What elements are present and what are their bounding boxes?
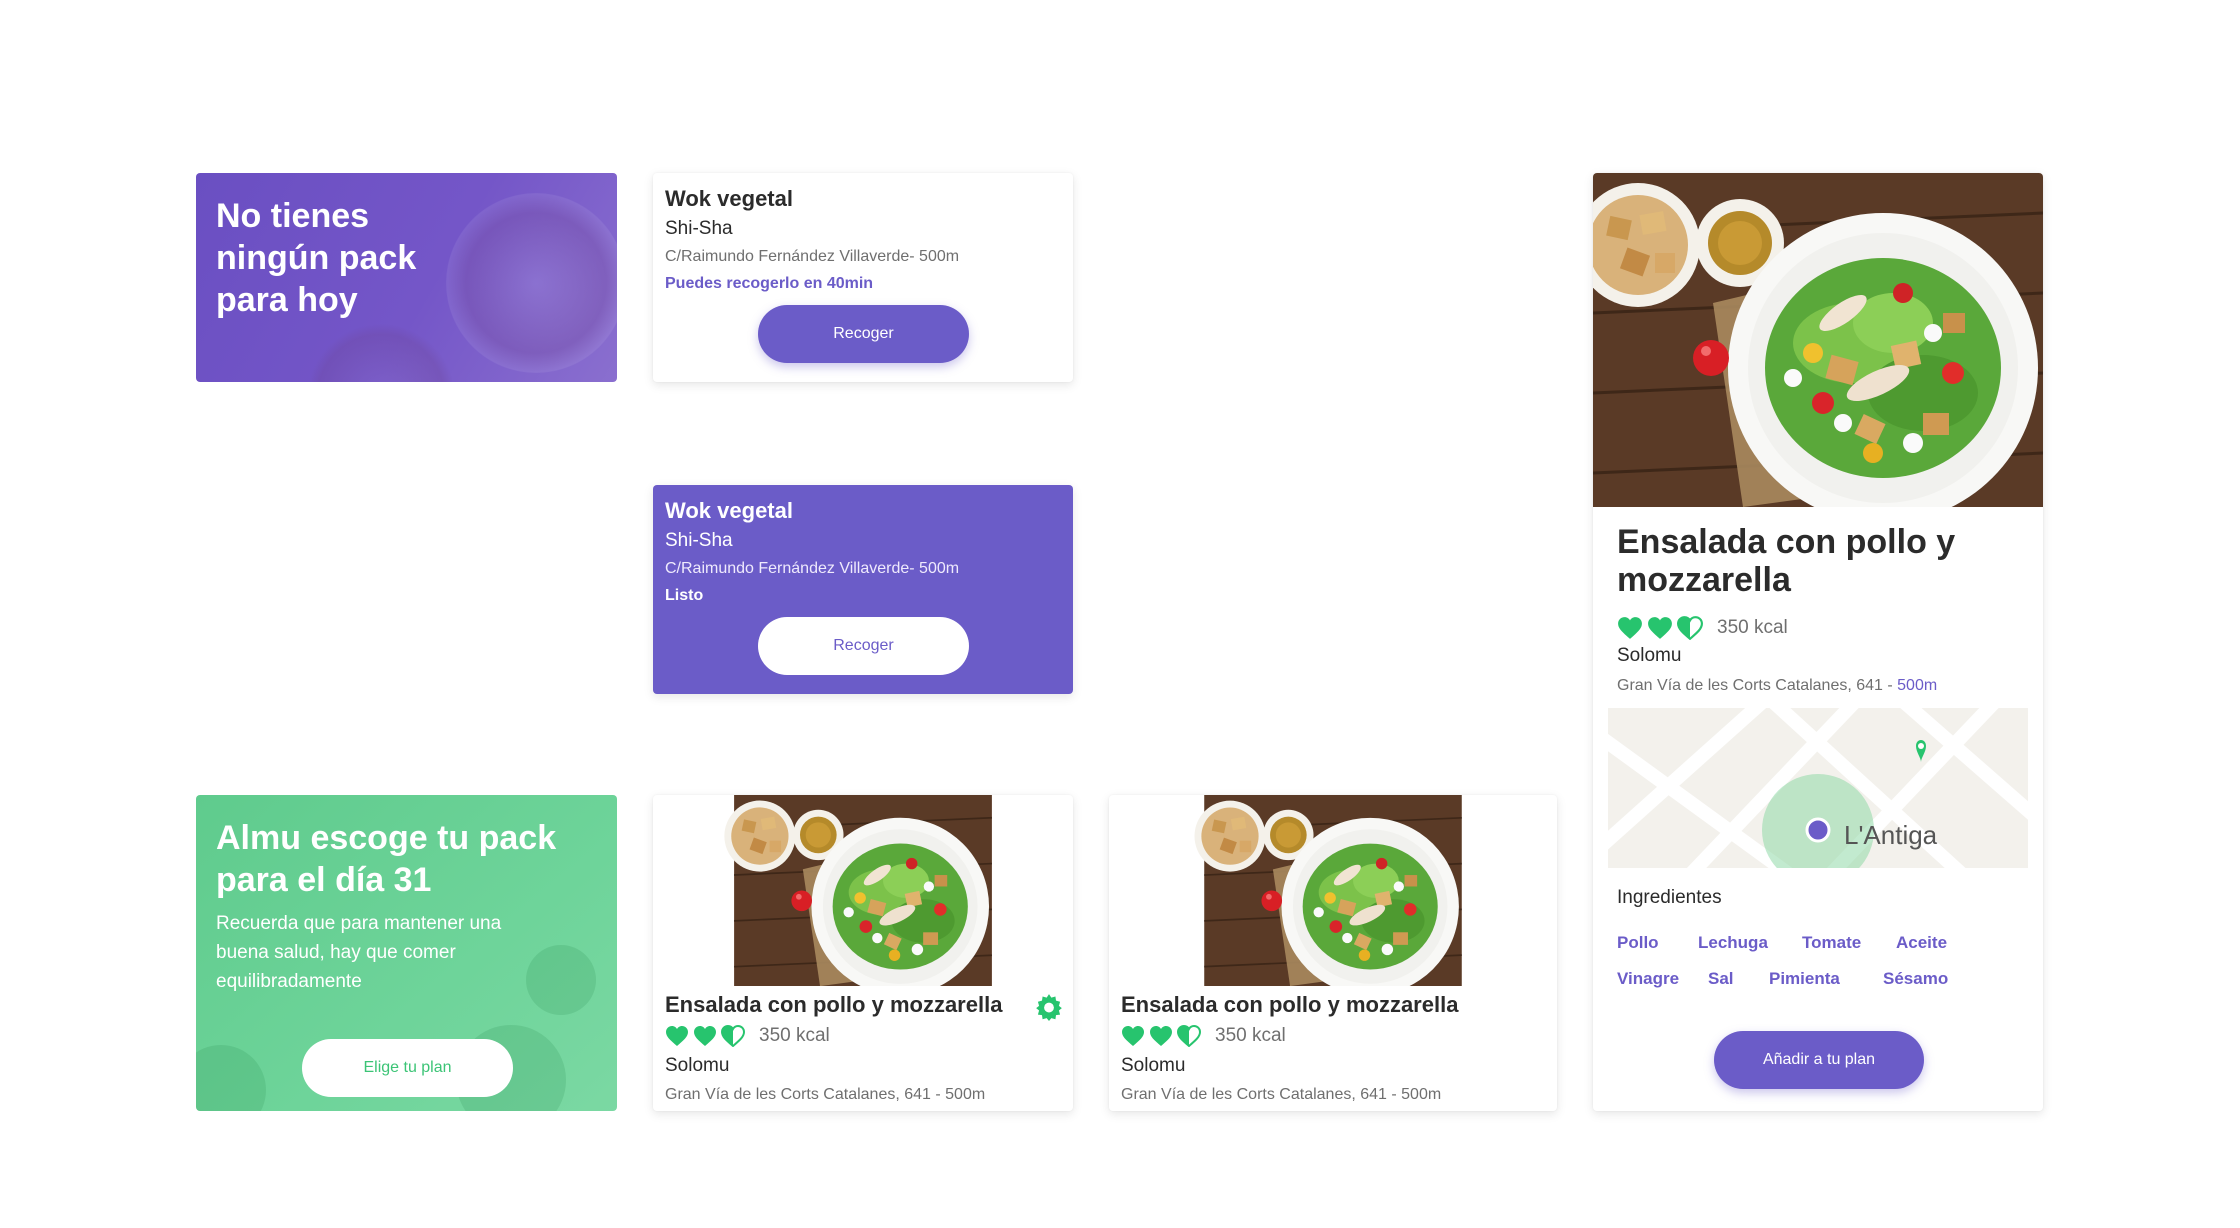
health-rating: 350 kcal — [665, 1021, 1061, 1051]
order-card-pending[interactable]: Wok vegetal Shi-Sha C/Raimundo Fernández… — [653, 173, 1073, 382]
order-status: Listo — [665, 587, 704, 604]
kcal-value: 350 kcal — [759, 1025, 830, 1046]
ingredient-tag: Tomate — [1802, 933, 1862, 952]
add-to-plan-button[interactable]: Añadir a tu plan — [1714, 1031, 1924, 1089]
bowl-background-image — [306, 323, 456, 382]
ingredient-tag: Vinagre — [1617, 969, 1680, 988]
health-rating: 350 kcal — [1121, 1021, 1545, 1051]
order-restaurant: Shi-Sha — [665, 218, 733, 239]
vegetable-background-image — [196, 1045, 266, 1111]
promo-heading: Almu escoge tu pack para el día 31 — [216, 819, 557, 899]
heart-full-icon — [1617, 616, 1643, 640]
heart-half-icon — [721, 1025, 745, 1047]
pickup-button[interactable]: Recoger — [758, 617, 969, 675]
heart-half-icon — [1677, 616, 1703, 640]
dish-card-selected[interactable]: Ensalada con pollo y mozzarella 350 kcal… — [653, 795, 1073, 1111]
kcal-value: 350 kcal — [1717, 617, 1788, 638]
distance-text: 500m — [1897, 677, 1938, 694]
ingredient-tag: Sésamo — [1883, 969, 1949, 988]
order-title: Wok vegetal — [665, 498, 793, 523]
order-address: C/Raimundo Fernández Villaverde- 500m — [665, 560, 960, 577]
dish-name: Ensalada con pollo y mozzarella — [1617, 523, 1956, 599]
no-pack-message: No tienes ningún pack para hoy — [216, 197, 417, 319]
order-address: C/Raimundo Fernández Villaverde- 500m — [665, 248, 960, 265]
ingredient-tag: Pollo — [1617, 933, 1659, 952]
order-title: Wok vegetal — [665, 186, 793, 211]
heart-full-icon — [693, 1025, 717, 1047]
ingredient-tag: Pimienta — [1769, 969, 1840, 988]
heart-full-icon — [1647, 616, 1673, 640]
dish-detail-card: Ensalada con pollo y mozzarella 350 kcal… — [1593, 173, 2043, 1111]
kcal-value: 350 kcal — [1215, 1025, 1286, 1046]
dish-restaurant: Solomu — [665, 1055, 730, 1076]
dish-restaurant: Solomu — [1121, 1055, 1186, 1076]
heart-full-icon — [665, 1025, 689, 1047]
map-label: L'Antiga — [1844, 820, 1938, 850]
ingredients-title: Ingredientes — [1617, 887, 1722, 908]
dish-restaurant: Solomu — [1617, 645, 1682, 666]
no-pack-card: No tienes ningún pack para hoy — [196, 173, 617, 382]
dish-photo — [1109, 795, 1557, 986]
ingredient-tag: Lechuga — [1698, 933, 1768, 952]
dish-name: Ensalada con pollo y mozzarella — [665, 992, 1003, 1017]
heart-full-icon — [1149, 1025, 1173, 1047]
pickup-button[interactable]: Recoger — [758, 305, 969, 363]
order-card-ready[interactable]: Wok vegetal Shi-Sha C/Raimundo Fernández… — [653, 485, 1073, 694]
choose-plan-button[interactable]: Elige tu plan — [302, 1039, 513, 1097]
choose-pack-promo-card: Almu escoge tu pack para el día 31 Recue… — [196, 795, 617, 1111]
dish-name: Ensalada con pollo y mozzarella — [1121, 992, 1459, 1017]
promo-body: Recuerda que para mantener una buena sal… — [216, 913, 502, 992]
heart-full-icon — [1121, 1025, 1145, 1047]
gear-icon[interactable] — [1035, 993, 1063, 1021]
dish-address: Gran Vía de les Corts Catalanes, 641 - 5… — [1617, 673, 1937, 699]
dish-card[interactable]: Ensalada con pollo y mozzarella 350 kcal… — [1109, 795, 1557, 1111]
dish-address: Gran Vía de les Corts Catalanes, 641 - 5… — [1121, 1086, 1442, 1103]
dish-address: Gran Vía de les Corts Catalanes, 641 - 5… — [665, 1086, 986, 1103]
order-status: Puedes recogerlo en 40min — [665, 275, 874, 292]
health-rating: 350 kcal — [1617, 613, 1788, 643]
ingredient-tag: Aceite — [1896, 933, 1948, 952]
heart-half-icon — [1177, 1025, 1201, 1047]
dish-photo — [1593, 173, 2043, 507]
location-map[interactable]: L'Antiga — [1608, 708, 2028, 868]
dish-photo — [653, 795, 1073, 986]
ingredient-tag: Sal — [1708, 969, 1734, 988]
order-restaurant: Shi-Sha — [665, 530, 733, 551]
address-text: Gran Vía de les Corts Catalanes, 641 - — [1617, 677, 1893, 694]
